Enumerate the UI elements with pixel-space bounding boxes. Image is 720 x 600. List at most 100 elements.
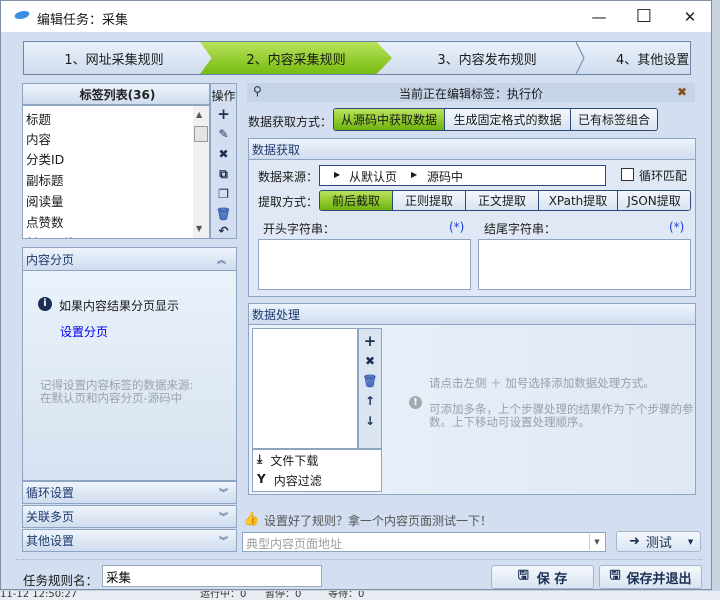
process-quick-menu: ⤓ 文件下载 Y 内容过滤 [252,449,382,492]
close-tag-icon[interactable]: ✖ [677,85,687,99]
step-content-rules[interactable]: 2、内容采集规则 [200,42,392,74]
footer-divider [16,559,702,560]
file-download-label: 文件下载 [270,454,319,468]
tag-list-item[interactable]: 阅读量 [23,188,209,209]
accordion-loop-settings[interactable]: 循环设置 ︾ [22,481,237,504]
scroll-thumb[interactable] [194,126,208,142]
tag-list-item[interactable]: 分类ID [23,146,209,167]
tag-list-title: 标签列表(36) [79,87,156,102]
fetch-mode-tag-combine[interactable]: 已有标签组合 [571,109,657,130]
maximize-button[interactable]: ☐ [621,1,667,32]
accordion-other-settings[interactable]: 其他设置 ︾ [22,529,237,552]
step-url-rules[interactable]: 1、网址采集规则 [24,42,204,74]
delete-tag-icon[interactable]: ✖ [211,144,236,164]
tag-list-item[interactable]: 点赞数 [23,209,209,230]
tag-list: 标题 内容 分类ID 副标题 阅读量 点赞数 封面图片 ▲ ▼ [22,105,210,239]
add-tag-icon[interactable]: + [211,104,236,124]
add-process-icon[interactable]: + [359,331,381,351]
test-button[interactable]: ➜ 测试 ▼ [616,531,701,552]
content-filter-item[interactable]: Y 内容过滤 [253,470,381,490]
extract-before-after[interactable]: 前后截取 [320,191,393,210]
save-button[interactable]: 🖫 保 存 [491,565,594,589]
paste-tag-icon[interactable]: ❐ [211,184,236,204]
filter-icon: Y [257,472,266,486]
save-icon: 🖫 [517,568,529,583]
tag-list-item[interactable]: 内容 [23,126,209,147]
scroll-down-icon[interactable]: ▼ [196,224,202,233]
test-button-label: 测试 [645,536,672,551]
fetch-mode-source[interactable]: 从源码中获取数据 [334,109,445,130]
loop-match-checkbox[interactable] [621,168,634,181]
dropdown-arrow-icon[interactable]: ▼ [589,534,604,550]
breadcrumb-arrow-icon: ▶ [334,170,341,179]
download-icon: ⤓ [257,452,263,466]
scroll-up-icon[interactable]: ▲ [196,110,202,119]
save-exit-label: 保存并退出 [626,571,692,587]
tag-ops-column: 操作 + ✎ ✖ ⧉ ❐ 🗑 ↶ [210,83,237,239]
info-icon: i [38,297,52,311]
data-process-body: + ✖ 🗑 ↑ ↓ ⤓ 文件下载 Y 内容过滤 ! 请点击左侧 ＋ 加号选择添加数据… [248,325,696,495]
expand-icon: ︾ [218,513,228,523]
edit-task-window: 编辑任务：采集 — ☐ ✕ 1、网址采集规则 2、内容采集规则 3、内容发布规则… [0,0,712,590]
save-exit-button[interactable]: 🖫 保存并退出 [599,565,702,589]
test-url-combobox[interactable]: 典型内容页面地址 ▼ [242,532,606,552]
extract-mode-selector: 前后截取 正则提取 正文提取 XPath提取 JSON提取 [319,190,691,211]
source-part-default-page[interactable]: 从默认页 [349,168,397,185]
extract-xpath[interactable]: XPath提取 [539,191,618,210]
end-wildcard-link[interactable]: (*) [669,220,684,234]
end-string-input[interactable] [478,239,691,290]
expand-icon: ︾ [218,489,228,499]
data-fetch-body: 数据来源： ▶ 从默认页 ▶ 源码中 循环匹配 提取方式： 前后截取 正则提取 … [248,160,696,297]
tag-list-item[interactable]: 封面图片 [23,230,209,238]
collapse-icon[interactable]: ︽ [217,253,226,266]
fetch-mode-selector: 从源码中获取数据 生成固定格式的数据 已有标签组合 [333,108,658,131]
extract-json[interactable]: JSON提取 [618,191,690,210]
trash-icon[interactable]: 🗑 [211,204,236,224]
warning-icon: ! [409,396,422,409]
accordion-label: 关联多页 [26,510,75,524]
undo-icon[interactable]: ↶ [211,224,236,238]
minimize-button[interactable]: — [576,1,622,32]
current-tag-bar: ⚲ 当前正在编辑标签：执行价 ✖ [247,83,695,102]
start-string-label: 开头字符串： [263,222,336,236]
breadcrumb-arrow-icon: ▶ [411,170,418,179]
thumbs-up-icon: 👍 [243,512,260,527]
start-wildcard-link[interactable]: (*) [449,220,464,234]
status-paused: 暂停：0 [265,591,302,600]
data-process-title: 数据处理 [252,307,301,322]
source-label: 数据来源： [258,170,319,184]
set-paging-link[interactable]: 设置分页 [60,323,108,340]
process-list[interactable] [252,328,358,449]
tag-list-scrollbar[interactable]: ▲ ▼ [193,106,209,238]
step-publish-rules[interactable]: 3、内容发布规则 [392,42,582,74]
dropdown-arrow-icon[interactable]: ▼ [688,538,693,546]
copy-tag-icon[interactable]: ⧉ [211,164,236,184]
clear-process-icon[interactable]: 🗑 [359,371,381,391]
accordion-related-pages[interactable]: 关联多页 ︾ [22,505,237,528]
task-name-input[interactable] [102,565,322,587]
file-download-item[interactable]: ⤓ 文件下载 [253,450,381,470]
step-wizard: 1、网址采集规则 2、内容采集规则 3、内容发布规则 4、其他设置 [23,41,691,75]
test-url-placeholder: 典型内容页面地址 [246,537,343,551]
end-string-label: 结尾字符串： [484,222,557,236]
data-process-header: 数据处理 [248,303,696,325]
close-button[interactable]: ✕ [667,1,713,32]
source-path[interactable]: ▶ 从默认页 ▶ 源码中 [319,165,606,186]
content-paging-header[interactable]: 内容分页 ︽ [22,247,237,271]
start-string-input[interactable] [258,239,471,290]
tag-list-item[interactable]: 标题 [23,106,209,127]
extract-regex[interactable]: 正则提取 [393,191,466,210]
fetch-mode-fixed-format[interactable]: 生成固定格式的数据 [445,109,571,130]
paging-note-2: 在默认页和内容分页-源码中 [40,391,183,405]
step-other-settings[interactable]: 4、其他设置 [584,42,690,74]
edit-tag-icon[interactable]: ✎ [211,124,236,144]
source-part-source-code[interactable]: 源码中 [427,168,463,185]
expand-icon: ︾ [218,537,228,547]
tag-list-item[interactable]: 副标题 [23,167,209,188]
delete-process-icon[interactable]: ✖ [359,351,381,371]
move-up-icon[interactable]: ↑ [359,391,381,411]
move-down-icon[interactable]: ↓ [359,411,381,431]
extract-body-text[interactable]: 正文提取 [466,191,539,210]
process-ops-column: + ✖ 🗑 ↑ ↓ [358,328,382,449]
content-filter-label: 内容过滤 [273,474,322,488]
